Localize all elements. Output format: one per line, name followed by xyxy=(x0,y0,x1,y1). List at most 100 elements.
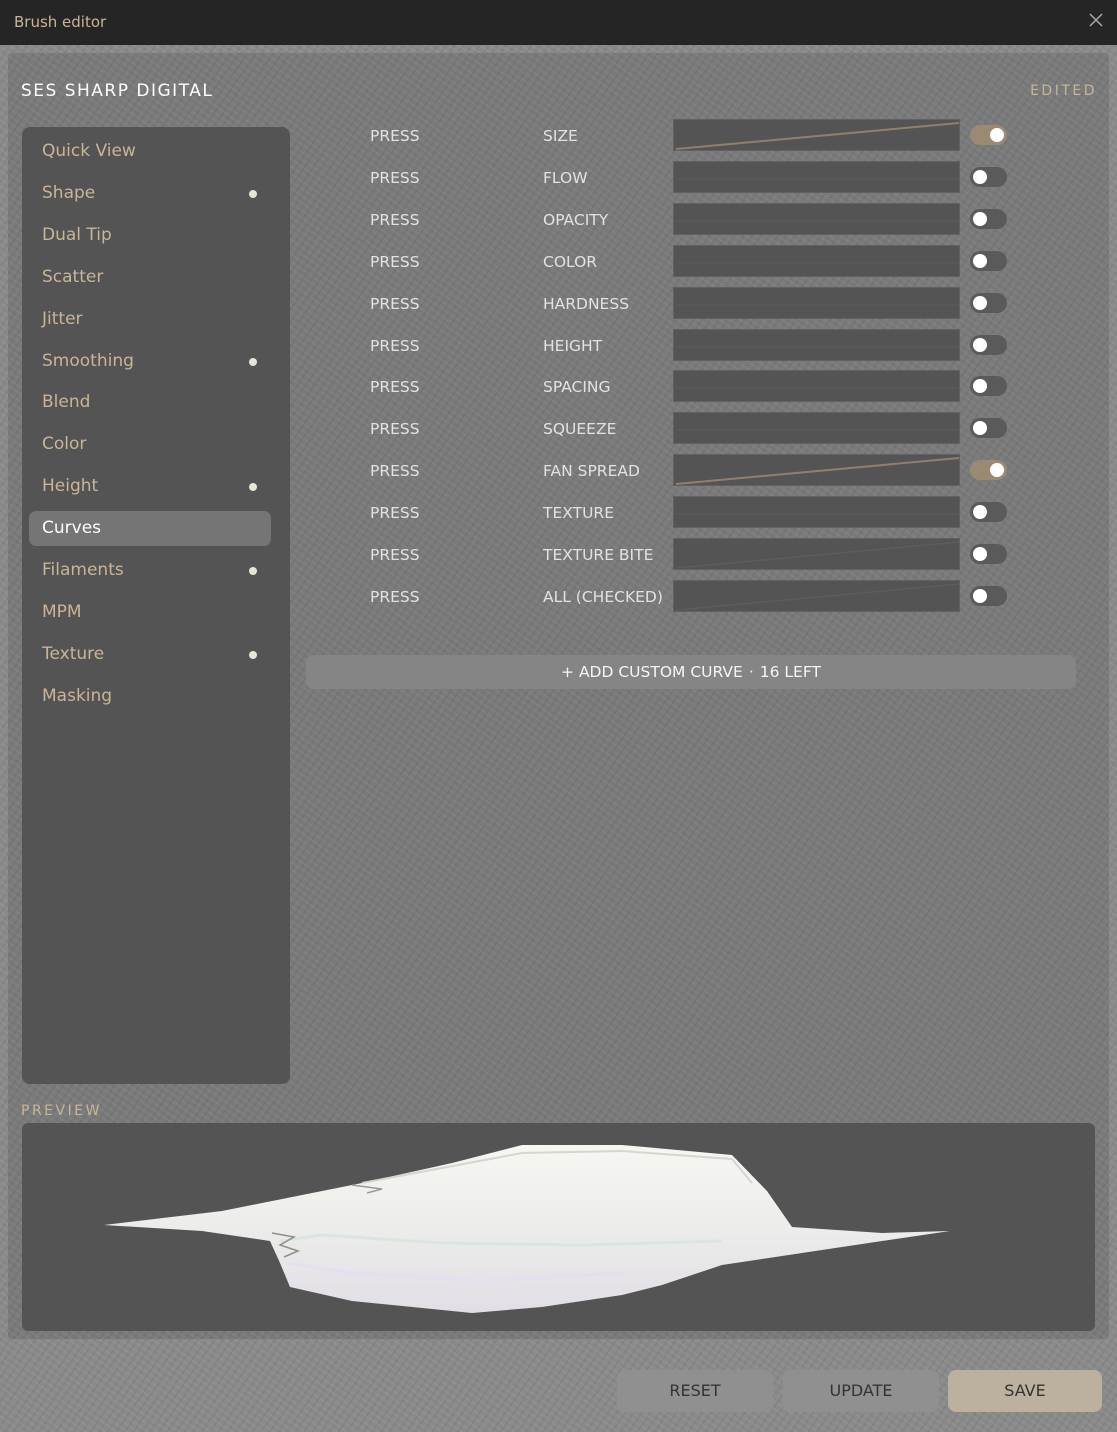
toggle-knob xyxy=(990,128,1004,142)
reset-button[interactable]: RESET xyxy=(617,1370,773,1412)
curve-toggle[interactable] xyxy=(970,544,1007,564)
sidebar-item-scatter[interactable]: Scatter xyxy=(29,260,271,295)
curve-property-label: FLOW xyxy=(543,168,588,187)
curve-line-graphic xyxy=(676,513,959,515)
curve-row-flow: PRESS FLOW xyxy=(368,160,1028,195)
sidebar-item-height[interactable]: Height xyxy=(29,469,271,504)
sidebar-item-filaments[interactable]: Filaments xyxy=(29,553,271,588)
curve-row-spacing: PRESS SPACING xyxy=(368,370,1028,404)
curve-line-graphic xyxy=(676,346,959,347)
curve-property-label: SIZE xyxy=(543,127,578,145)
sidebar-item-texture[interactable]: Texture xyxy=(29,637,271,672)
curve-line xyxy=(675,122,960,150)
curve-toggle[interactable] xyxy=(970,125,1007,145)
sidebar-item-label: Jitter xyxy=(42,308,83,329)
curve-line-graphic xyxy=(676,262,959,264)
curve-row-hardness: PRESS HARDNESS xyxy=(368,286,1028,321)
preview-label: PREVIEW xyxy=(21,1103,102,1119)
toggle-knob xyxy=(973,337,987,352)
update-button[interactable]: UPDATE xyxy=(783,1370,939,1412)
curve-property-label: COLOR xyxy=(543,252,598,271)
sidebar-item-smoothing[interactable]: Smoothing xyxy=(29,344,271,379)
curve-graph[interactable] xyxy=(673,244,960,277)
curve-source-label: PRESS xyxy=(370,336,420,355)
sidebar-item-label: Filaments xyxy=(42,560,124,580)
sidebar-item-curves[interactable]: Curves xyxy=(29,511,271,547)
curve-source-label: PRESS xyxy=(370,210,420,229)
curve-line xyxy=(675,541,960,569)
curve-graph[interactable] xyxy=(673,579,960,612)
curve-graph[interactable] xyxy=(673,160,960,193)
curve-graph[interactable] xyxy=(673,496,960,529)
modified-dot-indicator xyxy=(249,650,257,659)
sidebar-item-label: Curves xyxy=(42,518,102,539)
separator-dot: · xyxy=(748,663,754,681)
sidebar-item-blend[interactable]: Blend xyxy=(29,385,271,420)
curve-toggle[interactable] xyxy=(970,460,1007,481)
curve-graph[interactable] xyxy=(673,454,960,487)
main-panel: SES SHARP DIGITAL EDITED Quick View Shape… xyxy=(8,53,1109,1339)
modified-dot-indicator xyxy=(249,357,257,366)
curve-toggle[interactable] xyxy=(970,585,1007,606)
sidebar-item-dual-tip[interactable]: Dual Tip xyxy=(29,218,271,253)
curve-toggle[interactable] xyxy=(970,166,1007,187)
curve-line xyxy=(675,583,960,611)
curve-toggle[interactable] xyxy=(970,376,1007,397)
curve-toggle[interactable] xyxy=(970,502,1007,523)
toggle-knob xyxy=(973,253,987,268)
curve-graph[interactable] xyxy=(673,328,960,361)
add-custom-curve-label: + ADD CUSTOM CURVE xyxy=(561,663,743,681)
sidebar-item-label: Dual Tip xyxy=(42,224,112,245)
curve-source-label: PRESS xyxy=(370,378,420,397)
curve-line-graphic xyxy=(675,122,960,150)
add-custom-curve-button[interactable]: + ADD CUSTOM CURVE · 16 LEFT xyxy=(306,655,1076,689)
sidebar-item-quick-view[interactable]: Quick View xyxy=(29,134,271,169)
toggle-knob xyxy=(973,169,987,184)
sidebar-item-label: Height xyxy=(42,476,99,497)
curve-graph[interactable] xyxy=(673,286,960,319)
curve-property-label: TEXTURE xyxy=(543,504,614,523)
curve-property-label: FAN SPREAD xyxy=(543,462,640,481)
curve-property-label: SPACING xyxy=(543,378,611,397)
curve-line-graphic xyxy=(676,304,959,306)
sidebar-item-mpm[interactable]: MPM xyxy=(29,595,271,630)
curve-property-label: OPACITY xyxy=(543,210,609,229)
sidebar-item-shape[interactable]: Shape xyxy=(29,176,271,211)
curve-row-fan-spread: PRESS FAN SPREAD xyxy=(368,454,1028,488)
sidebar-item-label: Masking xyxy=(42,685,113,706)
curve-graph[interactable] xyxy=(673,412,960,445)
curve-toggle[interactable] xyxy=(970,292,1007,313)
curve-toggle[interactable] xyxy=(970,334,1007,355)
curve-graph[interactable] xyxy=(673,119,960,151)
curve-source-label: PRESS xyxy=(370,587,420,606)
curve-toggle[interactable] xyxy=(970,418,1007,439)
sidebar-item-label: Quick View xyxy=(42,141,136,161)
sidebar-item-label: Smoothing xyxy=(42,350,134,371)
save-button[interactable]: SAVE xyxy=(948,1370,1102,1412)
curve-property-label: HEIGHT xyxy=(543,336,603,355)
sidebar-item-jitter[interactable]: Jitter xyxy=(29,302,271,337)
sidebar-item-label: Texture xyxy=(42,643,105,664)
curve-line-graphic xyxy=(676,387,959,389)
close-icon[interactable] xyxy=(1087,11,1105,29)
curve-toggle[interactable] xyxy=(970,208,1007,229)
sidebar-item-color[interactable]: Color xyxy=(29,427,271,462)
brush-stroke-preview xyxy=(104,1145,950,1313)
curve-row-texture-bite: PRESS TEXTURE BITE xyxy=(368,538,1028,572)
curve-source-label: PRESS xyxy=(370,420,420,439)
curve-row-opacity: PRESS OPACITY xyxy=(368,202,1028,237)
modified-dot-indicator xyxy=(249,189,257,198)
toggle-knob xyxy=(973,211,987,226)
curve-property-label: SQUEEZE xyxy=(543,420,617,439)
curve-source-label: PRESS xyxy=(370,546,420,564)
curve-row-texture: PRESS TEXTURE xyxy=(368,496,1028,530)
sidebar-item-masking[interactable]: Masking xyxy=(29,679,271,714)
sidebar: Quick View Shape Dual Tip Scatter Jitter Smoo… xyxy=(22,127,290,1084)
curve-graph[interactable] xyxy=(673,370,960,403)
curve-graph[interactable] xyxy=(673,538,960,570)
curve-line-graphic xyxy=(675,583,960,611)
curve-graph[interactable] xyxy=(673,202,960,235)
sidebar-item-label: Color xyxy=(42,434,87,455)
curve-source-label: PRESS xyxy=(370,252,420,271)
curve-toggle[interactable] xyxy=(970,250,1007,271)
